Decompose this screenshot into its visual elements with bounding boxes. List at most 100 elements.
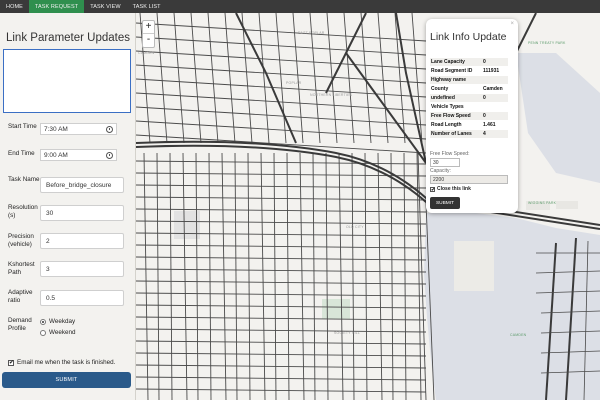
street-line	[136, 364, 427, 369]
task-name-label: Task Name	[8, 176, 40, 183]
radio-button[interactable]	[40, 329, 46, 336]
street-line	[136, 50, 427, 70]
zoom-in-button[interactable]: +	[143, 21, 154, 34]
map-label-northern-liberties: NORTHERN LIBERTIES	[310, 93, 353, 97]
kshortest-input[interactable]: 3	[40, 261, 124, 277]
resolution-label: Resolution (s)	[8, 204, 38, 219]
street-line	[390, 152, 394, 400]
street-line	[312, 152, 316, 400]
start-time-input[interactable]: 7:30 AM	[40, 123, 117, 135]
street-line	[286, 152, 290, 400]
map-label-penn-treaty: PENN TREATY PARK	[528, 41, 566, 45]
link-info-key: undefined	[431, 95, 455, 101]
street-line	[169, 152, 173, 400]
street-line	[182, 152, 188, 400]
top-navigation: HOME TASK REQUEST TASK VIEW TASK LIST	[0, 0, 600, 13]
zoom-control: + -	[142, 20, 155, 48]
street-line	[273, 152, 277, 400]
link-info-key: Number of Lanes	[431, 131, 472, 137]
start-time-label: Start Time	[8, 123, 37, 130]
zoom-out-button[interactable]: -	[143, 34, 154, 47]
street-line	[136, 160, 427, 165]
tab-task-request[interactable]: TASK REQUEST	[28, 0, 85, 13]
link-info-key: Road Length	[431, 122, 462, 128]
street-line	[136, 352, 427, 357]
notes-textarea[interactable]	[3, 49, 131, 113]
tab-task-view[interactable]: TASK VIEW	[84, 0, 126, 13]
link-info-row: Free Flow Speed 0	[430, 112, 508, 121]
street-line	[136, 256, 427, 261]
close-link-row[interactable]: ✔ Close this link	[430, 186, 471, 192]
street-line	[136, 120, 427, 140]
street-line	[260, 152, 266, 400]
street-network-map[interactable]	[136, 13, 600, 400]
map-label-east-poplar: EAST POPLAR	[298, 31, 325, 35]
street-grid	[136, 13, 435, 400]
popup-submit-button[interactable]: SUBMIT	[430, 197, 460, 209]
link-info-row: Number of Lanes 4	[430, 130, 508, 139]
ffs-input[interactable]: 30	[430, 158, 460, 167]
adaptive-ratio-input[interactable]: 0.5	[40, 290, 124, 306]
street-line	[136, 376, 427, 381]
link-info-row: Highway name	[430, 76, 508, 85]
link-info-key: Lane Capacity	[431, 59, 465, 65]
resolution-input[interactable]: 30	[40, 205, 124, 221]
capacity-input[interactable]: 2200	[430, 175, 508, 184]
street-line	[136, 388, 427, 393]
map-view[interactable]: + - CAMDEN POPLAR EAST POPLAR NORTHERN L…	[136, 13, 600, 400]
street-line	[360, 13, 372, 144]
task-name-input[interactable]: Before_bridge_closure	[40, 177, 124, 193]
link-info-value: 111931	[483, 68, 500, 74]
map-label-society-hill: SOCIETY HILL	[334, 331, 361, 335]
street-line	[351, 152, 355, 400]
close-icon[interactable]: ×	[510, 21, 514, 27]
street-line	[377, 152, 383, 400]
kshortest-label: Kshortest Path	[8, 261, 35, 276]
street-line	[299, 152, 305, 400]
street-line	[247, 152, 251, 400]
submit-button[interactable]: SUBMIT	[2, 372, 131, 388]
clock-icon[interactable]	[106, 125, 113, 133]
email-checkbox[interactable]: ✔	[8, 359, 14, 366]
street-line	[136, 184, 427, 189]
link-info-popup: × Link Info Update Lane Capacity 0 Road Se…	[426, 19, 518, 213]
demand-profile-label: Demand Profile	[8, 317, 32, 332]
clock-icon[interactable]	[106, 151, 113, 159]
link-info-key: Highway name	[431, 77, 467, 83]
link-info-value: 1.461	[483, 122, 496, 128]
link-info-key: Road Segment ID	[431, 68, 473, 74]
street-line	[221, 152, 227, 400]
popup-title: Link Info Update	[430, 31, 507, 43]
radio-weekday-label: Weekday	[49, 318, 76, 325]
email-notify-row[interactable]: ✔ Email me when the task is finished.	[8, 359, 115, 366]
street-line	[136, 304, 427, 309]
task-request-form: Link Parameter Updates Start Time 7:30 A…	[0, 13, 136, 400]
street-line	[364, 152, 368, 400]
start-time-value: 7:30 AM	[44, 125, 68, 133]
end-time-input[interactable]: 9:00 AM	[40, 149, 117, 161]
ffs-label: Free Flow Speed:	[430, 151, 470, 157]
capacity-label: Capacity:	[430, 168, 451, 174]
link-info-row: Vehicle Types	[430, 103, 508, 112]
radio-weekday[interactable]: Weekday	[40, 318, 75, 325]
street-line	[403, 152, 407, 400]
radio-weekend[interactable]: Weekend	[40, 329, 76, 336]
close-link-checkbox[interactable]: ✔	[430, 186, 435, 192]
link-info-value: 0	[483, 113, 486, 119]
street-line	[136, 316, 427, 321]
street-line	[156, 13, 168, 144]
link-info-row: Road Length 1.461	[430, 121, 508, 130]
street-line	[207, 13, 219, 144]
link-info-row: Lane Capacity 0	[430, 58, 508, 67]
street-line	[143, 152, 149, 400]
precision-input[interactable]: 2	[40, 233, 124, 249]
street-line	[377, 13, 389, 144]
street-line	[325, 152, 329, 400]
tab-task-list[interactable]: TASK LIST	[127, 0, 167, 13]
street-line	[136, 36, 427, 56]
radio-button[interactable]	[40, 318, 46, 325]
street-line	[136, 268, 427, 273]
tab-home[interactable]: HOME	[0, 0, 29, 13]
street-line	[136, 244, 427, 249]
street-line	[326, 13, 338, 144]
